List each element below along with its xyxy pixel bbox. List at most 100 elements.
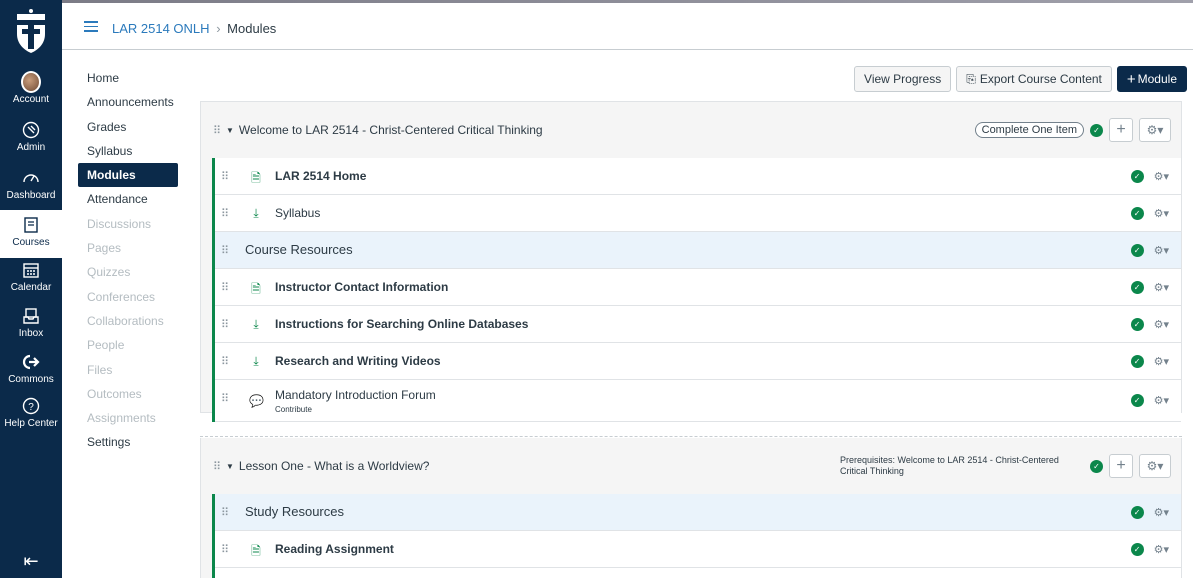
module-header[interactable]: ⠿ ▼ Welcome to LAR 2514 - Christ-Centere… <box>201 102 1181 158</box>
module-item-label[interactable]: Study Resources <box>245 504 344 519</box>
module-item[interactable]: ⠿ 🗎 Instructor Contact Information ✓ ⚙▾ <box>215 269 1181 306</box>
gear-icon: ⚙▾ <box>1146 459 1164 473</box>
module-item[interactable]: ⠿ ⤓ Syllabus ✓ ⚙▾ <box>215 195 1181 232</box>
module-title: Welcome to LAR 2514 - Christ-Centered Cr… <box>238 123 543 137</box>
add-item-button[interactable]: + <box>1109 118 1133 142</box>
gear-icon[interactable]: ⚙▾ <box>1154 170 1169 183</box>
course-nav-attendance[interactable]: Attendance <box>78 187 178 211</box>
module-item-label[interactable]: Mandatory Introduction Forum <box>275 388 436 402</box>
collapse-caret-icon[interactable]: ▼ <box>226 126 234 135</box>
course-nav-modules[interactable]: Modules <box>78 163 178 188</box>
module-item-label[interactable]: Course Resources <box>245 242 353 257</box>
module-subheader[interactable]: ⠿ Study Resources ✓ ⚙▾ <box>215 494 1181 531</box>
page-icon: 🗎 <box>251 171 261 185</box>
drag-handle-icon[interactable]: ⠿ <box>221 244 231 257</box>
module-item[interactable]: ⠿ 🗎 LAR 2514 Home ✓ ⚙▾ <box>215 158 1181 195</box>
breadcrumb-separator: › <box>216 21 221 36</box>
view-progress-button[interactable]: View Progress <box>854 66 952 92</box>
course-nav-home[interactable]: Home <box>78 66 178 90</box>
course-nav-settings[interactable]: Settings <box>78 430 178 454</box>
course-nav-outcomes[interactable]: Outcomes <box>78 382 178 406</box>
global-nav: Account Admin Dashboard Courses Calendar… <box>0 0 62 578</box>
gear-icon[interactable]: ⚙▾ <box>1154 244 1169 257</box>
export-course-content-button[interactable]: ⎘ Export Course Content <box>956 66 1112 92</box>
global-nav-dashboard[interactable]: Dashboard <box>0 168 62 201</box>
module-item-label[interactable]: Instructions for Searching Online Databa… <box>275 317 528 331</box>
global-nav-label: Admin <box>16 142 46 153</box>
book-icon <box>21 215 41 235</box>
course-nav-grades[interactable]: Grades <box>78 115 178 139</box>
institution-logo[interactable] <box>0 0 62 62</box>
check-icon: ✓ <box>1130 280 1144 294</box>
plus-icon: + <box>1126 70 1136 88</box>
hamburger-icon[interactable] <box>84 21 98 32</box>
global-nav-admin[interactable]: Admin <box>0 120 62 153</box>
check-icon: ✓ <box>1130 505 1144 519</box>
drag-handle-icon[interactable]: ⠿ <box>213 124 223 137</box>
global-nav-commons[interactable]: Commons <box>0 352 62 385</box>
collapse-caret-icon[interactable]: ▼ <box>226 462 234 471</box>
module-item-label[interactable]: Syllabus <box>275 206 320 220</box>
module-items: ⠿ Study Resources ✓ ⚙▾ ⠿ 🗎 Reading Assignment ✓… <box>212 494 1181 578</box>
drag-handle-icon[interactable]: ⠿ <box>213 460 223 473</box>
drag-handle-icon[interactable]: ⠿ <box>221 355 231 368</box>
gear-icon[interactable]: ⚙▾ <box>1154 207 1169 220</box>
page-icon: 🗎 <box>251 544 261 558</box>
help-icon: ? <box>21 396 41 416</box>
global-nav-label: Help Center <box>4 418 58 429</box>
add-item-button[interactable]: + <box>1109 454 1133 478</box>
drag-handle-icon[interactable]: ⠿ <box>221 281 231 294</box>
course-nav-quizzes[interactable]: Quizzes <box>78 260 178 284</box>
page-header: LAR 2514 ONLH › Modules <box>62 0 1193 50</box>
gear-icon[interactable]: ⚙▾ <box>1154 543 1169 556</box>
course-nav-conferences[interactable]: Conferences <box>78 285 178 309</box>
course-nav-collaborations[interactable]: Collaborations <box>78 309 178 333</box>
module-header[interactable]: ⠿ ▼ Lesson One - What is a Worldview? Pr… <box>201 438 1181 494</box>
check-icon: ✓ <box>1130 354 1144 368</box>
course-nav-announcements[interactable]: Announcements <box>78 90 178 114</box>
collapse-nav-icon[interactable]: ⇤ <box>0 551 62 572</box>
module-item[interactable]: ⠿ 💬 Mandatory Introduction Forum Contribute… <box>215 380 1181 422</box>
module-item-label[interactable]: Research and Writing Videos <box>275 354 441 368</box>
drag-handle-icon[interactable]: ⠿ <box>221 207 231 220</box>
add-module-label: Module <box>1137 72 1177 86</box>
drag-handle-icon[interactable]: ⠿ <box>221 392 231 405</box>
module-item[interactable]: ⠿ ⤓ Instructions for Searching Online Data… <box>215 306 1181 343</box>
course-nav-pages[interactable]: Pages <box>78 236 178 260</box>
module-item[interactable]: ⠿ ⤓ Research and Writing Videos ✓ ⚙▾ <box>215 343 1181 380</box>
gear-icon[interactable]: ⚙▾ <box>1154 394 1169 407</box>
inbox-icon <box>21 306 41 326</box>
module-settings-button[interactable]: ⚙▾ <box>1139 118 1171 142</box>
breadcrumb-course-link[interactable]: LAR 2514 ONLH <box>112 21 210 36</box>
module-item[interactable]: ⠿ 🗎 Reading Assignment ✓ ⚙▾ <box>215 531 1181 568</box>
check-icon: ✓ <box>1090 459 1103 473</box>
course-nav-discussions[interactable]: Discussions <box>78 212 178 236</box>
course-nav-files[interactable]: Files <box>78 358 178 382</box>
global-nav-help[interactable]: ? Help Center <box>0 396 62 429</box>
module-item-label[interactable]: Reading Assignment <box>275 542 394 556</box>
course-nav-assignments[interactable]: Assignments <box>78 406 178 430</box>
download-icon: ⤓ <box>253 206 259 220</box>
add-module-button[interactable]: + Module <box>1116 66 1187 92</box>
drag-handle-icon[interactable]: ⠿ <box>221 506 231 519</box>
global-nav-account[interactable]: Account <box>0 71 62 105</box>
gear-icon[interactable]: ⚙▾ <box>1154 355 1169 368</box>
global-nav-inbox[interactable]: Inbox <box>0 306 62 339</box>
gear-icon[interactable]: ⚙▾ <box>1154 318 1169 331</box>
drag-handle-icon[interactable]: ⠿ <box>221 318 231 331</box>
module-item[interactable]: ⠿⤓Module 1 PowerPoint✓⚙▾ <box>215 568 1181 578</box>
course-nav-syllabus[interactable]: Syllabus <box>78 139 178 163</box>
course-nav-people[interactable]: People <box>78 333 178 357</box>
drag-handle-icon[interactable]: ⠿ <box>221 170 231 183</box>
global-nav-courses[interactable]: Courses <box>0 210 62 258</box>
gear-icon[interactable]: ⚙▾ <box>1154 281 1169 294</box>
download-icon: ⤓ <box>253 317 259 331</box>
module-subheader[interactable]: ⠿ Course Resources ✓ ⚙▾ <box>215 232 1181 269</box>
discussion-icon: 💬 <box>249 394 264 408</box>
gear-icon[interactable]: ⚙▾ <box>1154 506 1169 519</box>
module-item-label[interactable]: LAR 2514 Home <box>275 169 366 183</box>
module-settings-button[interactable]: ⚙▾ <box>1139 454 1171 478</box>
global-nav-calendar[interactable]: Calendar <box>0 260 62 293</box>
drag-handle-icon[interactable]: ⠿ <box>221 543 231 556</box>
module-item-label[interactable]: Instructor Contact Information <box>275 280 448 294</box>
